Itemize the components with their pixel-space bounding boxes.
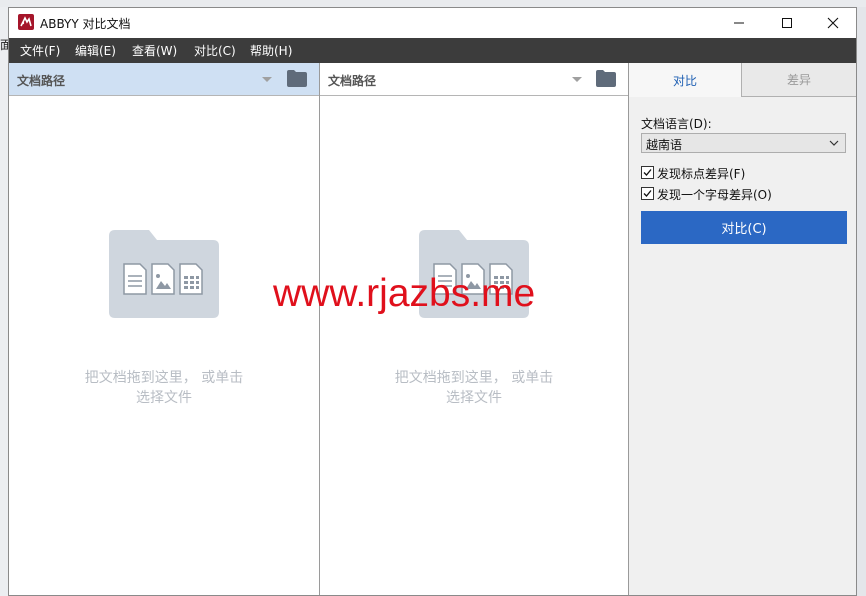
tab-differences[interactable]: 差异 xyxy=(742,63,856,97)
folder-icon[interactable] xyxy=(596,70,616,87)
document-path-bar[interactable]: 文档路径 xyxy=(9,63,319,96)
document-language-select[interactable]: 越南语 xyxy=(641,133,846,153)
drop-hint-line: 选择文件 xyxy=(446,390,502,406)
menu-help[interactable]: 帮助(H) xyxy=(250,42,292,59)
chevron-down-icon[interactable] xyxy=(572,77,582,82)
menu-compare[interactable]: 对比(C) xyxy=(194,42,236,59)
drop-hint-line: 选择文件 xyxy=(136,390,192,406)
one-letter-option-label: 发现一个字母差异(O) xyxy=(657,188,772,202)
document-panel-left: 文档路径 把文档拖到这里， 或单击 选择文件 xyxy=(9,63,320,595)
menu-file[interactable]: 文件(F) xyxy=(20,42,60,59)
drop-hint-line: 把文档拖到这里， 或单击 xyxy=(394,370,554,386)
tab-compare[interactable]: 对比 xyxy=(629,63,742,97)
minimize-button[interactable] xyxy=(716,8,762,38)
punctuation-checkbox[interactable] xyxy=(641,166,654,179)
drop-hint-line: 把文档拖到这里， 或单击 xyxy=(84,370,244,386)
one-letter-checkbox[interactable] xyxy=(641,187,654,200)
document-path-label: 文档路径 xyxy=(328,74,377,88)
close-icon xyxy=(827,17,839,29)
maximize-button[interactable] xyxy=(764,8,810,38)
chevron-down-icon[interactable] xyxy=(262,77,272,82)
checkmark-icon xyxy=(643,190,652,197)
compare-button[interactable]: 对比(C) xyxy=(641,211,847,244)
background-app-side xyxy=(0,7,8,596)
drop-area[interactable]: 把文档拖到这里， 或单击 选择文件 xyxy=(9,96,319,595)
window-title: ABBYY 对比文档 xyxy=(40,17,131,31)
background-app-right-edge xyxy=(856,7,866,596)
menu-edit[interactable]: 编辑(E) xyxy=(75,42,116,59)
document-language-value: 越南语 xyxy=(646,138,683,152)
chevron-down-icon xyxy=(829,140,839,146)
checkmark-icon xyxy=(643,169,652,176)
document-language-label: 文档语言(D): xyxy=(641,117,712,131)
menu-bar: 文件(F) 编辑(E) 查看(W) 对比(C) 帮助(H) xyxy=(9,38,856,63)
minimize-icon xyxy=(734,22,744,24)
title-bar[interactable]: ABBYY 对比文档 xyxy=(9,8,856,38)
document-path-bar[interactable]: 文档路径 xyxy=(320,63,628,96)
close-button[interactable] xyxy=(810,8,856,38)
maximize-icon xyxy=(782,18,792,28)
drop-hint: 把文档拖到这里， 或单击 选择文件 xyxy=(9,368,319,408)
drop-hint: 把文档拖到这里， 或单击 选择文件 xyxy=(320,368,628,408)
compare-settings-panel: 对比 差异 文档语言(D): 越南语 发现标点差异(F) 发现一个字母差异(O)… xyxy=(629,63,856,595)
watermark: www.rjazbs.me xyxy=(273,272,536,315)
documents-folder-icon xyxy=(109,230,219,318)
punctuation-option-label: 发现标点差异(F) xyxy=(657,167,746,181)
menu-view[interactable]: 查看(W) xyxy=(132,42,177,59)
document-panel-right: 文档路径 把文档拖到这里， 或单击 选择文件 xyxy=(320,63,629,595)
document-path-label: 文档路径 xyxy=(17,74,66,88)
abbyy-logo-icon xyxy=(18,14,34,30)
drop-area[interactable]: 把文档拖到这里， 或单击 选择文件 xyxy=(320,96,628,595)
folder-icon[interactable] xyxy=(287,70,307,87)
